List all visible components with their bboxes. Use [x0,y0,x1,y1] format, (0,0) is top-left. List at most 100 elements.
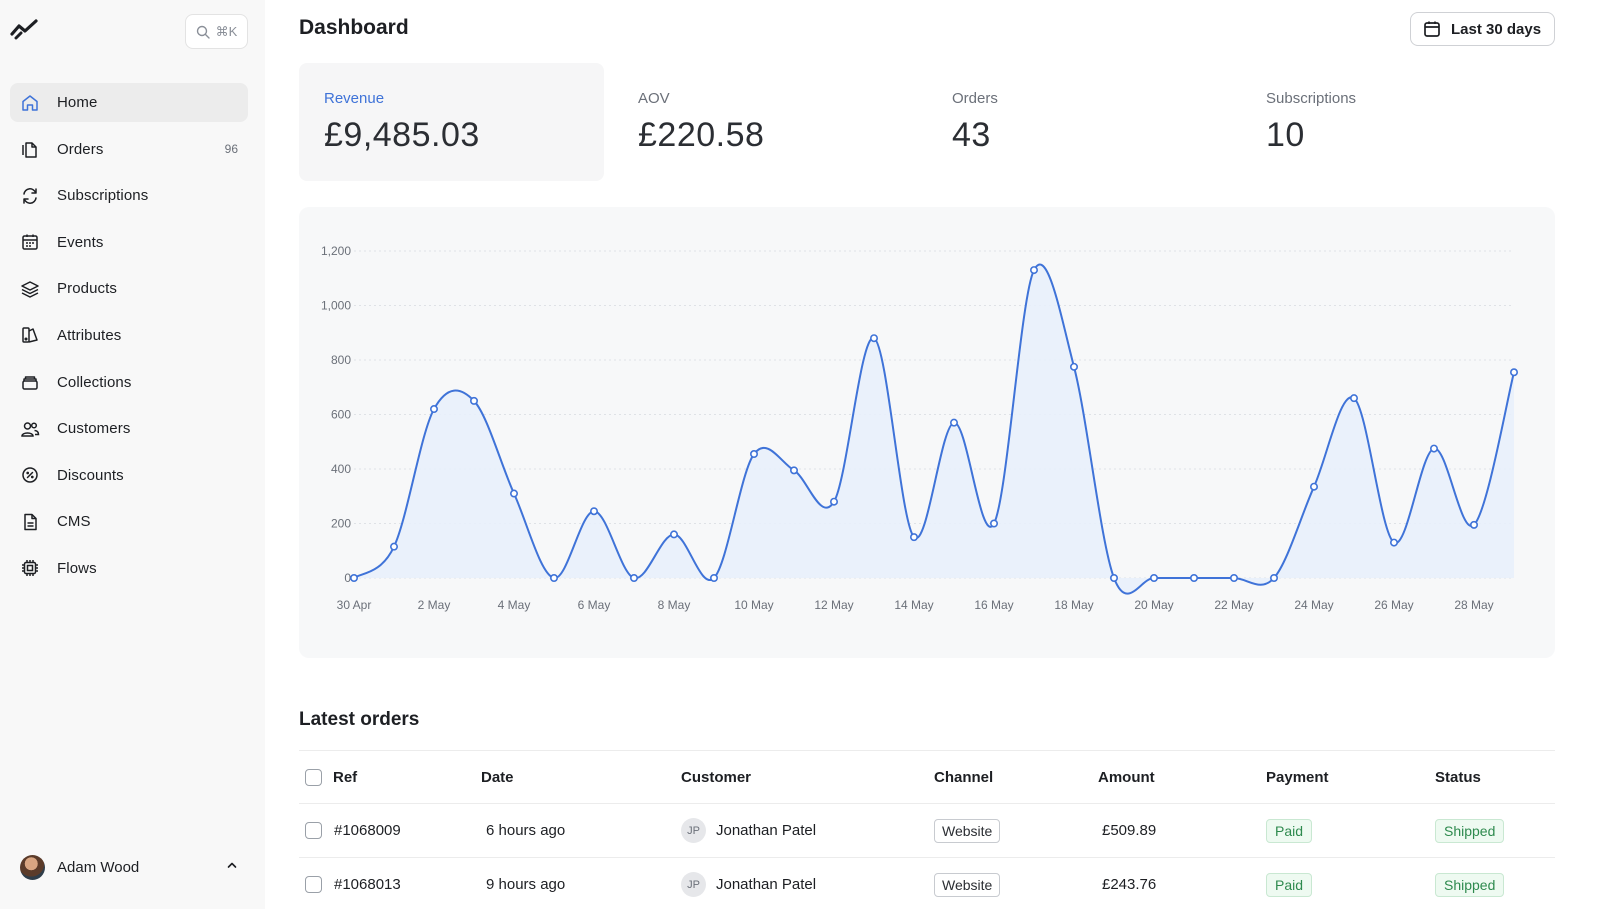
column-header-date[interactable]: Date [481,751,514,803]
data-point [1309,482,1318,491]
customer-avatar: JP [681,872,706,897]
stat-label: Orders [952,90,998,107]
data-point [1069,362,1078,371]
table-row[interactable]: #1068009 6 hours ago JP Jonathan Patel W… [299,803,1555,857]
users-icon [20,419,40,439]
column-header-ref[interactable]: Ref [333,751,357,803]
order-ref[interactable]: #1068009 [334,804,401,857]
customer-avatar: JP [681,818,706,843]
status-badge: Shipped [1435,872,1505,897]
data-point [1510,368,1519,377]
column-header-status[interactable]: Status [1435,751,1481,803]
payment-badge: Paid [1266,872,1313,897]
customer-name: Jonathan Patel [716,876,817,893]
sidebar-item-events[interactable]: Events [10,223,248,262]
x-tick-label: 24 May [1294,598,1333,612]
stat-aov[interactable]: AOV £220.58 [613,63,918,181]
swatch-icon [20,325,40,345]
x-tick-label: 8 May [658,598,691,612]
orders-count-badge: 96 [224,142,238,157]
sidebar-item-orders[interactable]: Orders 96 [10,130,248,169]
sidebar-item-flows[interactable]: Flows [10,549,248,588]
column-header-customer[interactable]: Customer [681,751,751,803]
sidebar-item-attributes[interactable]: Attributes [10,316,248,355]
order-customer[interactable]: JP Jonathan Patel [681,858,816,909]
user-menu[interactable]: Adam Wood [20,853,248,881]
table-header: Ref Date Customer Channel Amount Payment… [299,750,1555,803]
column-header-channel[interactable]: Channel [934,751,993,803]
y-tick-label: 1,200 [321,244,351,258]
data-point [749,450,758,459]
data-point [1149,573,1158,582]
home-icon [20,93,40,113]
y-tick-label: 200 [331,517,351,531]
chip-icon [20,558,40,578]
search-shortcut: ⌘K [215,23,238,39]
y-tick-label: 400 [331,462,351,476]
sidebar-item-label: Attributes [57,326,122,344]
latest-orders-title: Latest orders [299,709,420,730]
x-tick-label: 22 May [1214,598,1253,612]
data-point [989,519,998,528]
logo-icon[interactable] [10,18,40,40]
payment-badge: Paid [1266,818,1313,843]
calendar-icon [20,232,40,252]
column-header-amount[interactable]: Amount [1098,751,1155,803]
data-point [1229,573,1238,582]
stat-label: AOV [638,90,670,107]
order-date: 9 hours ago [486,876,566,893]
sidebar-item-collections[interactable]: Collections [10,363,248,402]
x-tick-label: 18 May [1054,598,1093,612]
sidebar-item-label: Events [57,233,104,251]
data-point [669,530,678,539]
data-point [1350,394,1359,403]
stat-value: 43 [952,116,991,154]
sidebar-nav: Home Orders 96 Subscriptions Events Prod… [10,83,248,596]
stat-label: Subscriptions [1266,90,1357,107]
document-icon [20,512,40,532]
sidebar-item-customers[interactable]: Customers [10,409,248,448]
stat-value: 10 [1266,116,1305,154]
data-point [1430,444,1439,453]
sidebar-item-discounts[interactable]: Discounts [10,456,248,495]
stat-orders[interactable]: Orders 43 [927,63,1232,181]
stat-revenue[interactable]: Revenue £9,485.03 [299,63,604,181]
sidebar-item-products[interactable]: Products [10,269,248,308]
table-row[interactable]: #1068013 9 hours ago JP Jonathan Patel W… [299,857,1555,909]
data-point [949,418,958,427]
data-point [1269,573,1278,582]
avatar [20,854,45,880]
revenue-chart[interactable]: 02004006008001,0001,20030 Apr 2 May 4 May 6… [299,207,1555,658]
stat-subscriptions[interactable]: Subscriptions 10 [1241,63,1546,181]
select-all-checkbox[interactable] [305,768,322,786]
sidebar-item-subscriptions[interactable]: Subscriptions [10,176,248,215]
sidebar-item-label: Orders [57,140,104,158]
row-checkbox[interactable] [305,822,322,839]
orders-icon [20,139,40,159]
data-point [390,542,399,551]
sidebar: ⌘K Home Orders 96 Subscriptions Events P… [0,0,265,909]
sidebar-item-label: Collections [57,373,132,391]
order-customer[interactable]: JP Jonathan Patel [681,804,816,857]
sidebar-item-label: CMS [57,513,91,531]
data-point [869,334,878,343]
archive-icon [20,372,40,392]
data-point [829,497,838,506]
x-tick-label: 10 May [734,598,773,612]
refresh-icon [20,186,40,206]
data-point [1029,266,1038,275]
sidebar-item-home[interactable]: Home [10,83,248,122]
date-range-button[interactable]: Last 30 days [1410,12,1555,46]
column-header-payment[interactable]: Payment [1266,751,1329,803]
data-point [430,405,439,414]
row-checkbox[interactable] [305,876,322,893]
x-tick-label: 2 May [418,598,451,612]
search-button[interactable]: ⌘K [185,14,248,49]
customer-name: Jonathan Patel [716,822,817,839]
sidebar-item-cms[interactable]: CMS [10,502,248,541]
data-point [470,396,479,405]
x-tick-label: 30 Apr [337,598,372,612]
order-ref[interactable]: #1068013 [334,858,401,909]
stat-label: Revenue [324,90,385,107]
sidebar-item-label: Products [57,280,117,298]
